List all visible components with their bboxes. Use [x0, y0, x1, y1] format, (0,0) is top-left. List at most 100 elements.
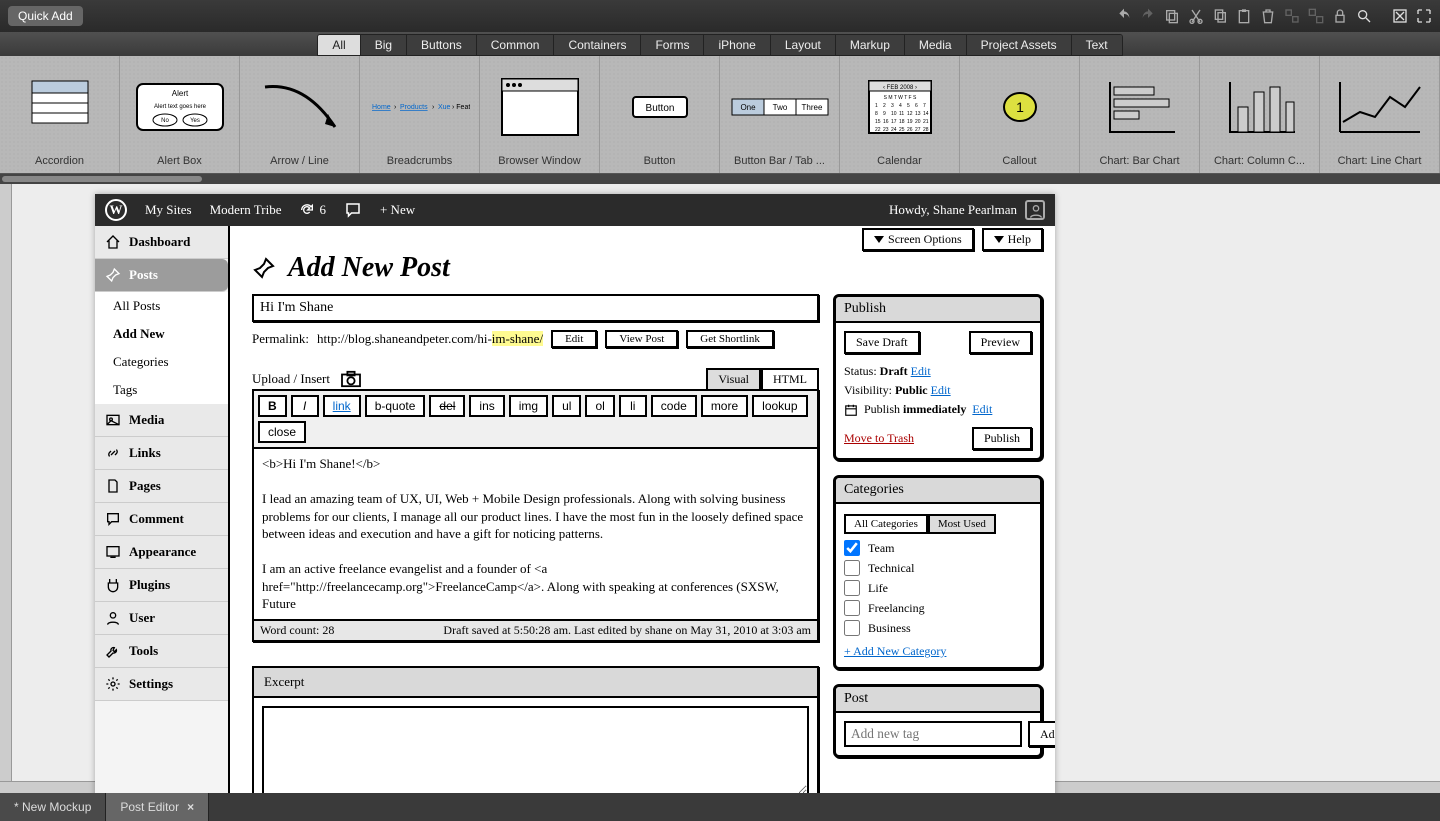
get-shortlink-button[interactable]: Get Shortlink [686, 330, 774, 348]
library-item-button-bar-tab-[interactable]: OneTwoThreeButton Bar / Tab ... [720, 56, 840, 173]
category-tab-media[interactable]: Media [905, 35, 967, 55]
editor-btn-ol[interactable]: ol [585, 395, 614, 417]
editor-btn-ul[interactable]: ul [552, 395, 581, 417]
help-button[interactable]: Help [982, 228, 1043, 251]
cut-icon[interactable] [1188, 8, 1204, 24]
category-checkbox[interactable] [844, 580, 860, 596]
sidebar-item-plugins[interactable]: Plugins [95, 569, 228, 602]
my-sites-link[interactable]: My Sites [145, 202, 192, 218]
category-tab-big[interactable]: Big [361, 35, 407, 55]
category-tab-buttons[interactable]: Buttons [407, 35, 477, 55]
editor-btn-link[interactable]: link [323, 395, 361, 417]
sidebar-sub-categories[interactable]: Categories [95, 348, 228, 376]
tab-html[interactable]: HTML [761, 368, 819, 389]
markup-toggle-icon[interactable] [1392, 8, 1408, 24]
sidebar-item-media[interactable]: Media [95, 404, 228, 437]
sidebar-sub-all-posts[interactable]: All Posts [95, 292, 228, 320]
duplicate-icon[interactable] [1164, 8, 1180, 24]
fullscreen-icon[interactable] [1416, 8, 1432, 24]
editor-btn-close[interactable]: close [258, 421, 306, 443]
editor-content[interactable]: <b>Hi I'm Shane!</b> I lead an amazing t… [254, 449, 817, 619]
category-checkbox[interactable] [844, 620, 860, 636]
canvas[interactable]: W My Sites Modern Tribe 6 + New Howdy, S… [0, 184, 1440, 793]
ungroup-icon[interactable] [1308, 8, 1324, 24]
library-item-chart-column-c-[interactable]: Chart: Column C... [1200, 56, 1320, 173]
editor-btn-code[interactable]: code [651, 395, 697, 417]
add-tag-button[interactable]: Add [1028, 721, 1055, 747]
tab-visual[interactable]: Visual [706, 368, 761, 389]
category-tab-iphone[interactable]: iPhone [704, 35, 770, 55]
group-icon[interactable] [1284, 8, 1300, 24]
library-item-calendar[interactable]: ‹ FEB 2008 ›S M T W T F S123456789101112… [840, 56, 960, 173]
editor-btn-ins[interactable]: ins [469, 395, 504, 417]
editor-btn-I[interactable]: I [291, 395, 319, 417]
redo-icon[interactable] [1140, 8, 1156, 24]
sidebar-item-links[interactable]: Links [95, 437, 228, 470]
category-tab-layout[interactable]: Layout [771, 35, 836, 55]
edit-schedule-link[interactable]: Edit [972, 402, 992, 417]
category-checkbox[interactable] [844, 540, 860, 556]
view-post-button[interactable]: View Post [605, 330, 678, 348]
sidebar-item-tools[interactable]: Tools [95, 635, 228, 668]
editor-btn-lookup[interactable]: lookup [752, 395, 807, 417]
sidebar-sub-tags[interactable]: Tags [95, 376, 228, 404]
sidebar-item-dashboard[interactable]: Dashboard [95, 226, 228, 259]
category-tab-forms[interactable]: Forms [641, 35, 704, 55]
category-option-freelancing[interactable]: Freelancing [844, 600, 1032, 616]
category-option-business[interactable]: Business [844, 620, 1032, 636]
category-tab-all[interactable]: All [318, 35, 360, 55]
undo-icon[interactable] [1116, 8, 1132, 24]
library-item-chart-line-chart[interactable]: Chart: Line Chart [1320, 56, 1440, 173]
tab-all-categories[interactable]: All Categories [844, 514, 928, 534]
add-new-category-link[interactable]: + Add New Category [844, 644, 946, 658]
quick-add-field[interactable]: Quick Add [8, 6, 83, 26]
edit-status-link[interactable]: Edit [911, 364, 931, 378]
close-icon[interactable]: × [187, 800, 194, 814]
library-item-alert-box[interactable]: AlertAlert text goes hereNoYesAlert Box [120, 56, 240, 173]
lock-icon[interactable] [1332, 8, 1348, 24]
edit-permalink-button[interactable]: Edit [551, 330, 597, 348]
category-checkbox[interactable] [844, 600, 860, 616]
editor-btn-bquote[interactable]: b-quote [365, 395, 426, 417]
edit-visibility-link[interactable]: Edit [931, 383, 951, 397]
editor-btn-more[interactable]: more [701, 395, 748, 417]
sidebar-item-pages[interactable]: Pages [95, 470, 228, 503]
mockup-frame[interactable]: W My Sites Modern Tribe 6 + New Howdy, S… [95, 194, 1055, 793]
avatar[interactable] [1025, 200, 1045, 220]
category-tab-markup[interactable]: Markup [836, 35, 905, 55]
sidebar-item-appearance[interactable]: Appearance [95, 536, 228, 569]
save-draft-button[interactable]: Save Draft [844, 331, 920, 354]
editor-btn-img[interactable]: img [509, 395, 548, 417]
category-checkbox[interactable] [844, 560, 860, 576]
sidebar-item-comment[interactable]: Comment [95, 503, 228, 536]
add-tag-input[interactable] [844, 721, 1022, 747]
tab-post-editor[interactable]: Post Editor× [106, 793, 209, 821]
library-item-button[interactable]: ButtonButton [600, 56, 720, 173]
post-title-input[interactable] [252, 294, 819, 322]
update-count[interactable]: 6 [299, 202, 326, 218]
category-tab-containers[interactable]: Containers [554, 35, 641, 55]
search-icon[interactable] [1356, 8, 1372, 24]
category-option-team[interactable]: Team [844, 540, 1032, 556]
comment-bubble-icon[interactable] [344, 201, 362, 219]
screen-options-button[interactable]: Screen Options [862, 228, 974, 251]
library-item-accordion[interactable]: Accordion [0, 56, 120, 173]
preview-button[interactable]: Preview [969, 331, 1032, 354]
category-tab-text[interactable]: Text [1072, 35, 1122, 55]
tab-new-mockup[interactable]: * New Mockup [0, 793, 106, 821]
library-item-chart-bar-chart[interactable]: Chart: Bar Chart [1080, 56, 1200, 173]
sidebar-sub-add-new[interactable]: Add New [95, 320, 228, 348]
publish-button[interactable]: Publish [972, 427, 1032, 450]
new-link[interactable]: + New [380, 202, 415, 218]
library-item-breadcrumbs[interactable]: Home›Products›Xue› FeatureBreadcrumbs [360, 56, 480, 173]
editor-btn-B[interactable]: B [258, 395, 287, 417]
howdy-text[interactable]: Howdy, Shane Pearlman [889, 202, 1017, 218]
camera-icon[interactable] [340, 370, 362, 388]
library-item-browser-window[interactable]: Browser Window [480, 56, 600, 173]
sidebar-item-settings[interactable]: Settings [95, 668, 228, 701]
sidebar-item-user[interactable]: User [95, 602, 228, 635]
library-item-callout[interactable]: 1Callout [960, 56, 1080, 173]
wp-logo-icon[interactable]: W [105, 199, 127, 221]
library-item-arrow-line[interactable]: Arrow / Line [240, 56, 360, 173]
editor-btn-del[interactable]: del [429, 395, 465, 417]
